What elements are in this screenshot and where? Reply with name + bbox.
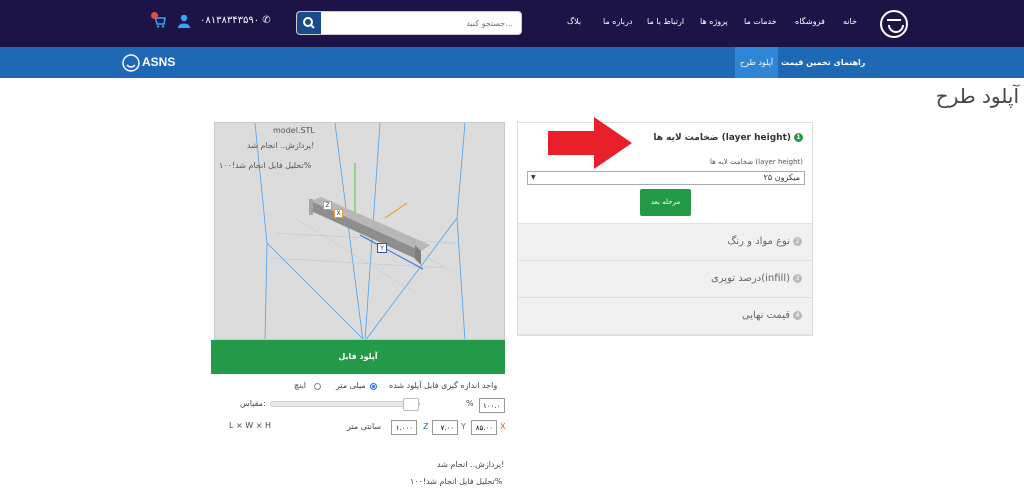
scale-slider[interactable] — [270, 401, 420, 407]
site-logo[interactable] — [880, 10, 908, 38]
step4-label: قیمت نهایی — [741, 310, 790, 321]
step3-number: 3 — [793, 273, 802, 283]
nav-shop[interactable]: فروشگاه — [795, 17, 825, 26]
step2-label: نوع مواد و رنگ — [727, 236, 790, 247]
axis-z-label: Z — [323, 201, 332, 210]
upload-file-button[interactable]: آپلود فایل — [211, 340, 505, 374]
asns-logo[interactable]: ASNS — [122, 52, 188, 74]
step-material-color[interactable]: نوع مواد و رنگ 2 — [518, 224, 812, 261]
cart-badge — [151, 12, 158, 19]
search-box — [296, 11, 522, 35]
nav-contact[interactable]: ارتباط با ما — [647, 17, 684, 26]
viewer-scene — [254, 123, 466, 339]
next-step-button[interactable]: مرحله بعد — [640, 189, 691, 216]
step2-number: 2 — [793, 236, 802, 246]
nav-services[interactable]: خدمات ما — [744, 17, 777, 26]
red-arrow-annotation — [548, 117, 632, 169]
subnav-price-guide[interactable]: راهنمای تخمین قیمت — [781, 47, 865, 78]
dim-x-input[interactable] — [471, 420, 497, 435]
unit-mm-label: میلی متر — [336, 381, 366, 390]
step4-number: 4 — [793, 310, 802, 320]
viewer-status-processing: پردازش.. انجام شد! — [247, 141, 315, 150]
dims-hint: L × W × H — [229, 421, 271, 430]
search-icon — [303, 17, 315, 29]
viewer-filename: model.STL — [273, 126, 315, 135]
scale-label: مقیاس: — [240, 399, 266, 408]
3d-model-viewer[interactable]: model.STL پردازش.. انجام شد! تحلیل فایل … — [214, 122, 505, 340]
nav-blog[interactable]: بلاگ — [567, 17, 581, 26]
search-button[interactable] — [297, 12, 321, 34]
step1-title[interactable]: ضخامت لایه ها (layer height) 1 — [653, 133, 803, 143]
nav-home[interactable]: خانه — [843, 17, 857, 26]
phone-icon: ✆ — [262, 15, 271, 26]
analysis-status: تحلیل فایل انجام شد!۱۰۰% — [410, 477, 503, 486]
dim-z-label: Z — [423, 422, 429, 431]
scale-percent: % — [466, 399, 474, 408]
step-final-price[interactable]: قیمت نهایی 4 — [518, 298, 812, 335]
layer-height-select[interactable]: ۲۵ میکرون ▼ — [527, 171, 805, 185]
unit-inch-label: اینچ — [294, 381, 307, 390]
unit-mm-radio[interactable] — [370, 383, 377, 390]
scale-input[interactable] — [479, 398, 505, 413]
axis-y-label: Y — [377, 243, 387, 253]
scale-slider-thumb[interactable] — [403, 398, 419, 411]
step-infill[interactable]: درصد توپری(infill) 3 — [518, 261, 812, 298]
axis-x-label: X — [334, 209, 343, 218]
processing-status: پردازش.. انجام شد! — [437, 460, 505, 469]
viewer-status-analysis: تحلیل فایل انجام شد!۱۰۰% — [219, 161, 312, 170]
user-icon[interactable] — [178, 14, 190, 28]
layer-height-value: ۲۵ میکرون — [763, 173, 800, 182]
chevron-down-icon: ▼ — [531, 174, 536, 181]
nav-about[interactable]: درباره ما — [603, 17, 632, 26]
dim-x-label: X — [500, 422, 506, 431]
step3-label: درصد توپری(infill) — [710, 273, 790, 284]
unit-inch-radio[interactable] — [314, 383, 321, 390]
unit-label: واحد اندازه گیری فایل آپلود شده — [389, 381, 498, 390]
page-title: آپلود طرح — [935, 84, 1019, 108]
search-input[interactable] — [323, 12, 519, 34]
dim-y-label: Y — [461, 422, 466, 431]
step1-number: 1 — [794, 133, 803, 142]
dim-y-input[interactable] — [432, 420, 458, 435]
subnav-upload[interactable]: آپلود طرح — [735, 47, 778, 78]
phone-number[interactable]: ۰۸۱۳۸۳۴۳۵۹۰ ✆ — [200, 15, 271, 26]
dim-unit: سانتی متر — [347, 422, 382, 431]
asns-logo-text: ASNS — [142, 55, 175, 69]
dim-z-input[interactable] — [391, 420, 417, 435]
layer-height-label: ضخامت لایه ها (layer height) — [710, 158, 803, 166]
nav-projects[interactable]: پروژه ها — [700, 17, 728, 26]
